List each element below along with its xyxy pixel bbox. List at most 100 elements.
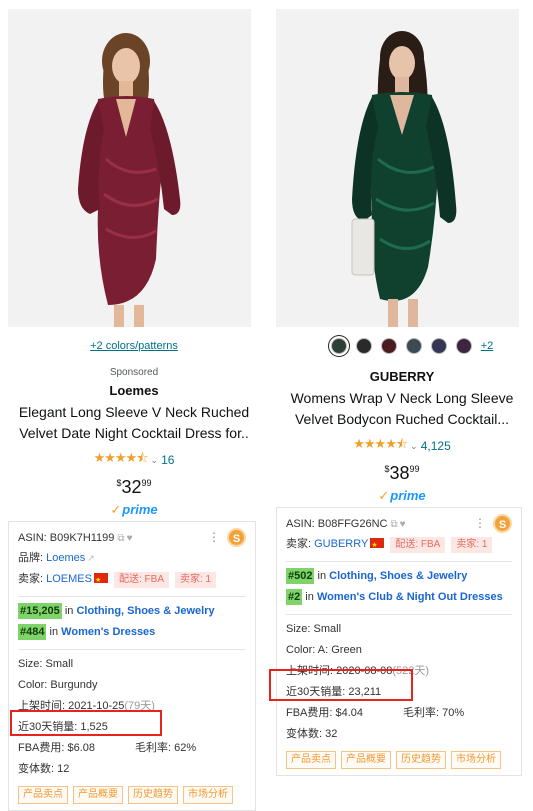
brand-label: 品牌:	[18, 552, 47, 564]
more-options-icon[interactable]: ⋮	[474, 516, 486, 530]
sponsored-label: Sponsored	[109, 367, 159, 378]
seller-count-tag: 卖家: 1	[175, 572, 217, 588]
market-analysis-button[interactable]: 市场分析	[183, 786, 233, 804]
prime-check-icon: ✓	[110, 502, 122, 517]
rank-badge: #502	[286, 568, 315, 584]
colors-patterns-link[interactable]: +2 colors/patterns	[8, 340, 260, 354]
seller-label: 卖家:	[286, 538, 315, 550]
product-summary-button[interactable]: 产品概要	[341, 751, 391, 769]
history-trend-button[interactable]: 历史趋势	[128, 786, 178, 804]
heart-icon[interactable]: ♥	[400, 519, 406, 530]
fba-fee: FBA费用: $4.04	[286, 707, 364, 719]
size-value: Size: Small	[18, 658, 74, 670]
price: $3899	[276, 463, 528, 484]
dress-photo	[78, 33, 181, 327]
seller-data-panel-loemes: ASIN: B09K7H1199 ⧉ ♥ ⋮ S 品牌: Loemes ↗ 卖家:…	[8, 521, 256, 811]
seller-label: 卖家:	[18, 573, 47, 585]
seller-data-panel-guberry: ASIN: B08FFG26NC ⧉ ♥ ⋮ S 卖家: GUBERRY 配送: …	[276, 507, 522, 776]
color-value: Color: A: Green	[286, 644, 362, 656]
product-title-line1[interactable]: Elegant Long Sleeve V Neck Ruched	[10, 402, 258, 423]
rank-in: in	[46, 626, 62, 638]
price-whole: 32	[121, 477, 142, 497]
color-swatch[interactable]	[405, 338, 422, 354]
china-flag-icon	[93, 570, 108, 591]
category-link[interactable]: Clothing, Shoes & Jewelry	[329, 570, 467, 582]
product-title-line2[interactable]: Velvet Bodycon Ruched Cocktail...	[278, 409, 526, 430]
product-title-line1[interactable]: Womens Wrap V Neck Long Sleeve	[278, 388, 526, 409]
product-title-line2[interactable]: Velvet Date Night Cocktail Dress for..	[10, 423, 258, 444]
rank-badge: #2	[286, 589, 303, 605]
variant-count: 变体数: 32	[286, 728, 338, 740]
color-swatch[interactable]	[430, 338, 447, 354]
copy-icon[interactable]: ⧉	[117, 533, 124, 544]
product-title[interactable]: Womens Wrap V Neck Long Sleeve Velvet Bo…	[276, 388, 528, 430]
rank-badge: #484	[18, 624, 47, 640]
chevron-down-icon[interactable]: ⌄	[151, 455, 159, 466]
delivery-tag: 配送: FBA	[390, 537, 446, 553]
product-title[interactable]: Elegant Long Sleeve V Neck Ruched Velvet…	[8, 402, 260, 444]
gross-margin: 毛利率: 70%	[403, 707, 465, 719]
star-rating-icon[interactable]: ★★★★⯪	[94, 449, 149, 471]
rank-badge: #15,205	[18, 603, 62, 619]
prime-badge: ✓prime	[8, 502, 260, 518]
prime-label: prime	[390, 488, 426, 503]
asin-label[interactable]: ASIN: B09K7H1199	[18, 532, 114, 544]
market-analysis-button[interactable]: 市场分析	[451, 751, 501, 769]
variant-count: 变体数: 12	[18, 763, 70, 775]
brand-link[interactable]: Loemes	[46, 552, 85, 564]
more-colors-link[interactable]: +2	[481, 340, 494, 352]
seller-count-tag: 卖家: 1	[451, 537, 493, 553]
product-image-guberry[interactable]	[276, 9, 519, 327]
brand-name: GUBERRY	[369, 369, 435, 384]
category-link[interactable]: Women's Club & Night Out Dresses	[317, 591, 503, 603]
copy-icon[interactable]: ⧉	[390, 519, 397, 530]
divider	[286, 561, 512, 562]
prime-badge: ✓prime	[276, 488, 528, 504]
brand-name: Loemes	[109, 383, 159, 398]
heart-icon[interactable]: ♥	[127, 533, 133, 544]
size-value: Size: Small	[286, 623, 342, 635]
star-rating-icon[interactable]: ★★★★⯪	[353, 435, 408, 457]
rank-in: in	[314, 570, 330, 582]
color-swatch[interactable]	[330, 338, 347, 354]
color-swatch[interactable]	[380, 338, 397, 354]
fba-fee: FBA费用: $6.08	[18, 742, 96, 754]
plugin-s-icon[interactable]: S	[493, 514, 512, 533]
price-cents: 99	[141, 478, 152, 488]
color-swatch[interactable]	[455, 338, 472, 354]
rating-count-link[interactable]: 16	[161, 453, 174, 467]
history-trend-button[interactable]: 历史趋势	[396, 751, 446, 769]
divider	[18, 649, 246, 650]
prime-check-icon: ✓	[378, 488, 390, 503]
rank-in: in	[302, 591, 317, 603]
dress-photo	[351, 31, 457, 327]
selling-points-button[interactable]: 产品卖点	[18, 786, 68, 804]
color-value: Color: Burgundy	[18, 679, 98, 691]
color-swatch[interactable]	[355, 338, 372, 354]
prime-label: prime	[122, 502, 158, 517]
sales-highlight-box	[10, 710, 162, 736]
product-card-guberry: +2 GUBERRY Womens Wrap V Neck Long Sleev…	[276, 0, 528, 504]
chevron-down-icon[interactable]: ⌄	[410, 441, 418, 452]
category-link[interactable]: Clothing, Shoes & Jewelry	[76, 605, 214, 617]
rating-row[interactable]: ★★★★⯪ ⌄ 16	[8, 449, 260, 471]
rating-count-link[interactable]: 4,125	[421, 439, 451, 453]
seller-link[interactable]: LOEMES	[46, 573, 92, 585]
sales-highlight-box	[269, 669, 413, 701]
price-whole: 38	[389, 463, 410, 483]
price-cents: 99	[409, 464, 420, 474]
product-image-loemes[interactable]	[8, 9, 251, 327]
external-link-icon[interactable]: ↗	[87, 553, 95, 563]
selling-points-button[interactable]: 产品卖点	[286, 751, 336, 769]
category-link[interactable]: Women's Dresses	[61, 626, 155, 638]
asin-label[interactable]: ASIN: B08FFG26NC	[286, 518, 387, 530]
rating-row[interactable]: ★★★★⯪ ⌄ 4,125	[276, 435, 528, 457]
rank-in: in	[61, 605, 77, 617]
seller-link[interactable]: GUBERRY	[314, 538, 368, 550]
color-swatches: +2	[276, 337, 528, 355]
product-card-loemes: +2 colors/patterns Sponsored Loemes Eleg…	[8, 0, 260, 518]
product-summary-button[interactable]: 产品概要	[73, 786, 123, 804]
plugin-s-icon[interactable]: S	[227, 528, 246, 547]
price: $3299	[8, 477, 260, 498]
more-options-icon[interactable]: ⋮	[208, 530, 220, 544]
